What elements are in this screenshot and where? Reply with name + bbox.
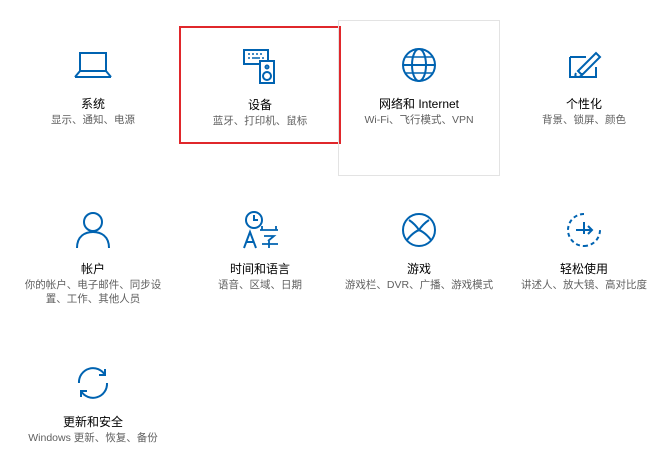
ease-of-access-icon: [562, 208, 606, 252]
tile-title: 更新和安全: [62, 415, 123, 429]
laptop-icon: [71, 43, 115, 87]
xbox-icon: [397, 208, 441, 252]
tile-title: 轻松使用: [559, 262, 608, 276]
tile-description: Wi-Fi、飞行模式、VPN: [364, 114, 474, 126]
time-language-icon: [238, 208, 282, 252]
tile-network[interactable]: 网络和 Internet Wi-Fi、飞行模式、VPN: [338, 20, 500, 176]
devices-icon: [238, 44, 282, 88]
tile-title: 系统: [80, 97, 105, 111]
tile-description: 蓝牙、打印机、鼠标: [212, 115, 308, 127]
tile-description: Windows 更新、恢复、备份: [28, 432, 158, 444]
tile-update-security[interactable]: 更新和安全 Windows 更新、恢复、备份: [12, 338, 174, 460]
tile-description: 你的帐户、电子邮件、同步设置、工作、其他人员: [24, 279, 162, 305]
tile-title: 个性化: [565, 97, 602, 111]
tile-time-language[interactable]: 时间和语言 语音、区域、日期: [179, 185, 341, 325]
tile-gaming[interactable]: 游戏 游戏栏、DVR、广播、游戏模式: [338, 185, 500, 325]
tile-title: 设备: [247, 98, 272, 112]
paint-icon: [562, 43, 606, 87]
tile-title: 网络和 Internet: [378, 97, 460, 111]
tile-personalization[interactable]: 个性化 背景、锁屏、颜色: [503, 20, 665, 170]
tile-description: 语音、区域、日期: [218, 279, 302, 291]
tile-description: 背景、锁屏、颜色: [542, 114, 626, 126]
tile-title: 游戏: [406, 262, 431, 276]
tile-devices[interactable]: 设备 蓝牙、打印机、鼠标: [179, 26, 341, 144]
person-icon: [71, 208, 115, 252]
tile-system[interactable]: 系统 显示、通知、电源: [12, 20, 174, 170]
globe-icon: [397, 43, 441, 87]
tile-title: 帐户: [80, 262, 105, 276]
tile-title: 时间和语言: [229, 262, 290, 276]
tile-description: 讲述人、放大镜、高对比度: [521, 279, 647, 291]
sync-icon: [71, 361, 115, 405]
tile-description: 显示、通知、电源: [51, 114, 135, 126]
tile-ease-of-access[interactable]: 轻松使用 讲述人、放大镜、高对比度: [503, 185, 665, 325]
tile-accounts[interactable]: 帐户 你的帐户、电子邮件、同步设置、工作、其他人员: [12, 185, 174, 325]
tile-description: 游戏栏、DVR、广播、游戏模式: [344, 279, 494, 291]
